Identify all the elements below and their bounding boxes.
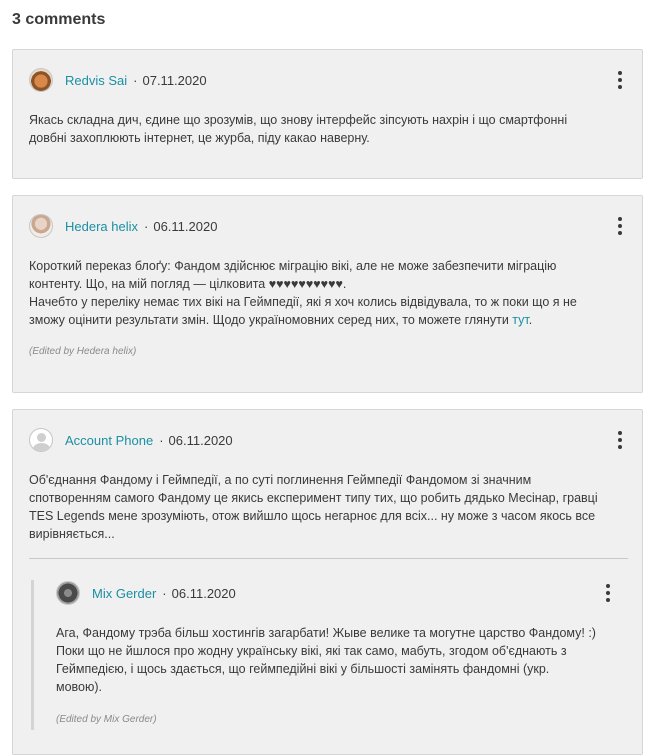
reply-divider xyxy=(29,558,628,559)
comment-text: зможу оцінити результати змін. Щодо укра… xyxy=(29,313,513,327)
comment-text: . xyxy=(528,313,533,327)
reply-date: 06.11.2020 xyxy=(171,585,236,601)
edited-note: (Edited by Hedera helix) xyxy=(29,346,137,357)
dark-photo-avatar-icon[interactable] xyxy=(56,581,80,605)
comment-line: TES Legends мене зрозуміють, отож вийшло… xyxy=(29,509,596,523)
comment-line: Короткий переказ блоґу: Фандом здійснює … xyxy=(29,259,557,273)
meta-separator: · xyxy=(159,432,164,448)
comment-body: Короткий переказ блоґу: Фандом здійснює … xyxy=(29,257,619,329)
comment-body: Якась складна дич, єдине що зрозумів, що… xyxy=(29,111,619,147)
comment-line: вирівняється... xyxy=(29,527,115,541)
comment-author-link[interactable]: Account Phone xyxy=(65,433,153,448)
comment-author-link[interactable]: Hedera helix xyxy=(65,219,138,234)
reply-body: Ага, Фандому трэба більш хостингів загар… xyxy=(56,624,626,696)
reply-line: Ага, Фандому трэба більш хостингів загар… xyxy=(56,626,596,640)
more-options-icon[interactable] xyxy=(601,584,615,602)
reply-line: мовою). xyxy=(56,680,103,694)
edited-note: (Edited by Mix Gerder) xyxy=(56,714,157,725)
comment-card: Account Phone · 06.11.2020 Об'єднання Фа… xyxy=(12,409,643,755)
comment-line: контенту. Що, на мій погляд — цілковита … xyxy=(29,277,347,291)
comment-date: 06.11.2020 xyxy=(153,218,218,234)
default-user-avatar-icon[interactable] xyxy=(29,428,53,452)
comment-count-heading: 3 comments xyxy=(12,11,106,28)
comment-date: 07.11.2020 xyxy=(142,72,207,88)
reply-thread: Mix Gerder · 06.11.2020 Ага, Фандому трэ… xyxy=(31,580,631,730)
comment-line: Якась складна дич, єдине що зрозумів, що… xyxy=(29,113,568,127)
fox-avatar-icon[interactable] xyxy=(29,68,53,92)
reply-line: Поки що не йшлося про жодну українську в… xyxy=(56,644,567,658)
meta-separator: · xyxy=(133,72,138,88)
comment-line: Об'єднання Фандому і Геймпедії, а по сут… xyxy=(29,473,532,487)
comment-header: Account Phone · 06.11.2020 xyxy=(29,427,233,453)
reply-author-link[interactable]: Mix Gerder xyxy=(92,586,156,601)
comment-body: Об'єднання Фандому і Геймпедії, а по сут… xyxy=(29,471,619,543)
comment-line: Начебто у переліку немає тих вікі на Гей… xyxy=(29,295,577,309)
comment-date: 06.11.2020 xyxy=(168,432,233,448)
comment-header: Hedera helix · 06.11.2020 xyxy=(29,213,217,239)
more-options-icon[interactable] xyxy=(613,431,627,449)
comment-header: Redvis Sai · 07.11.2020 xyxy=(29,67,207,93)
reply-line: Геймпедією, і щось здається, що геймпеді… xyxy=(56,662,550,676)
reply-header: Mix Gerder · 06.11.2020 xyxy=(56,580,236,606)
meta-separator: · xyxy=(144,218,149,234)
more-options-icon[interactable] xyxy=(613,217,627,235)
inline-link[interactable]: тут xyxy=(512,313,528,327)
comment-line: зможу оцінити результати змін. Щодо укра… xyxy=(29,311,619,329)
comment-card: Hedera helix · 06.11.2020 Короткий перек… xyxy=(12,195,643,393)
meta-separator: · xyxy=(162,585,167,601)
more-options-icon[interactable] xyxy=(613,71,627,89)
comment-author-link[interactable]: Redvis Sai xyxy=(65,73,127,88)
comment-line: довбні захоплюють інтернет, це журба, пі… xyxy=(29,131,370,145)
user-photo-avatar-icon[interactable] xyxy=(29,214,53,238)
comment-card: Redvis Sai · 07.11.2020 Якась складна ди… xyxy=(12,49,643,179)
comment-line: спотворенням самого Фандому це якись екс… xyxy=(29,491,598,505)
